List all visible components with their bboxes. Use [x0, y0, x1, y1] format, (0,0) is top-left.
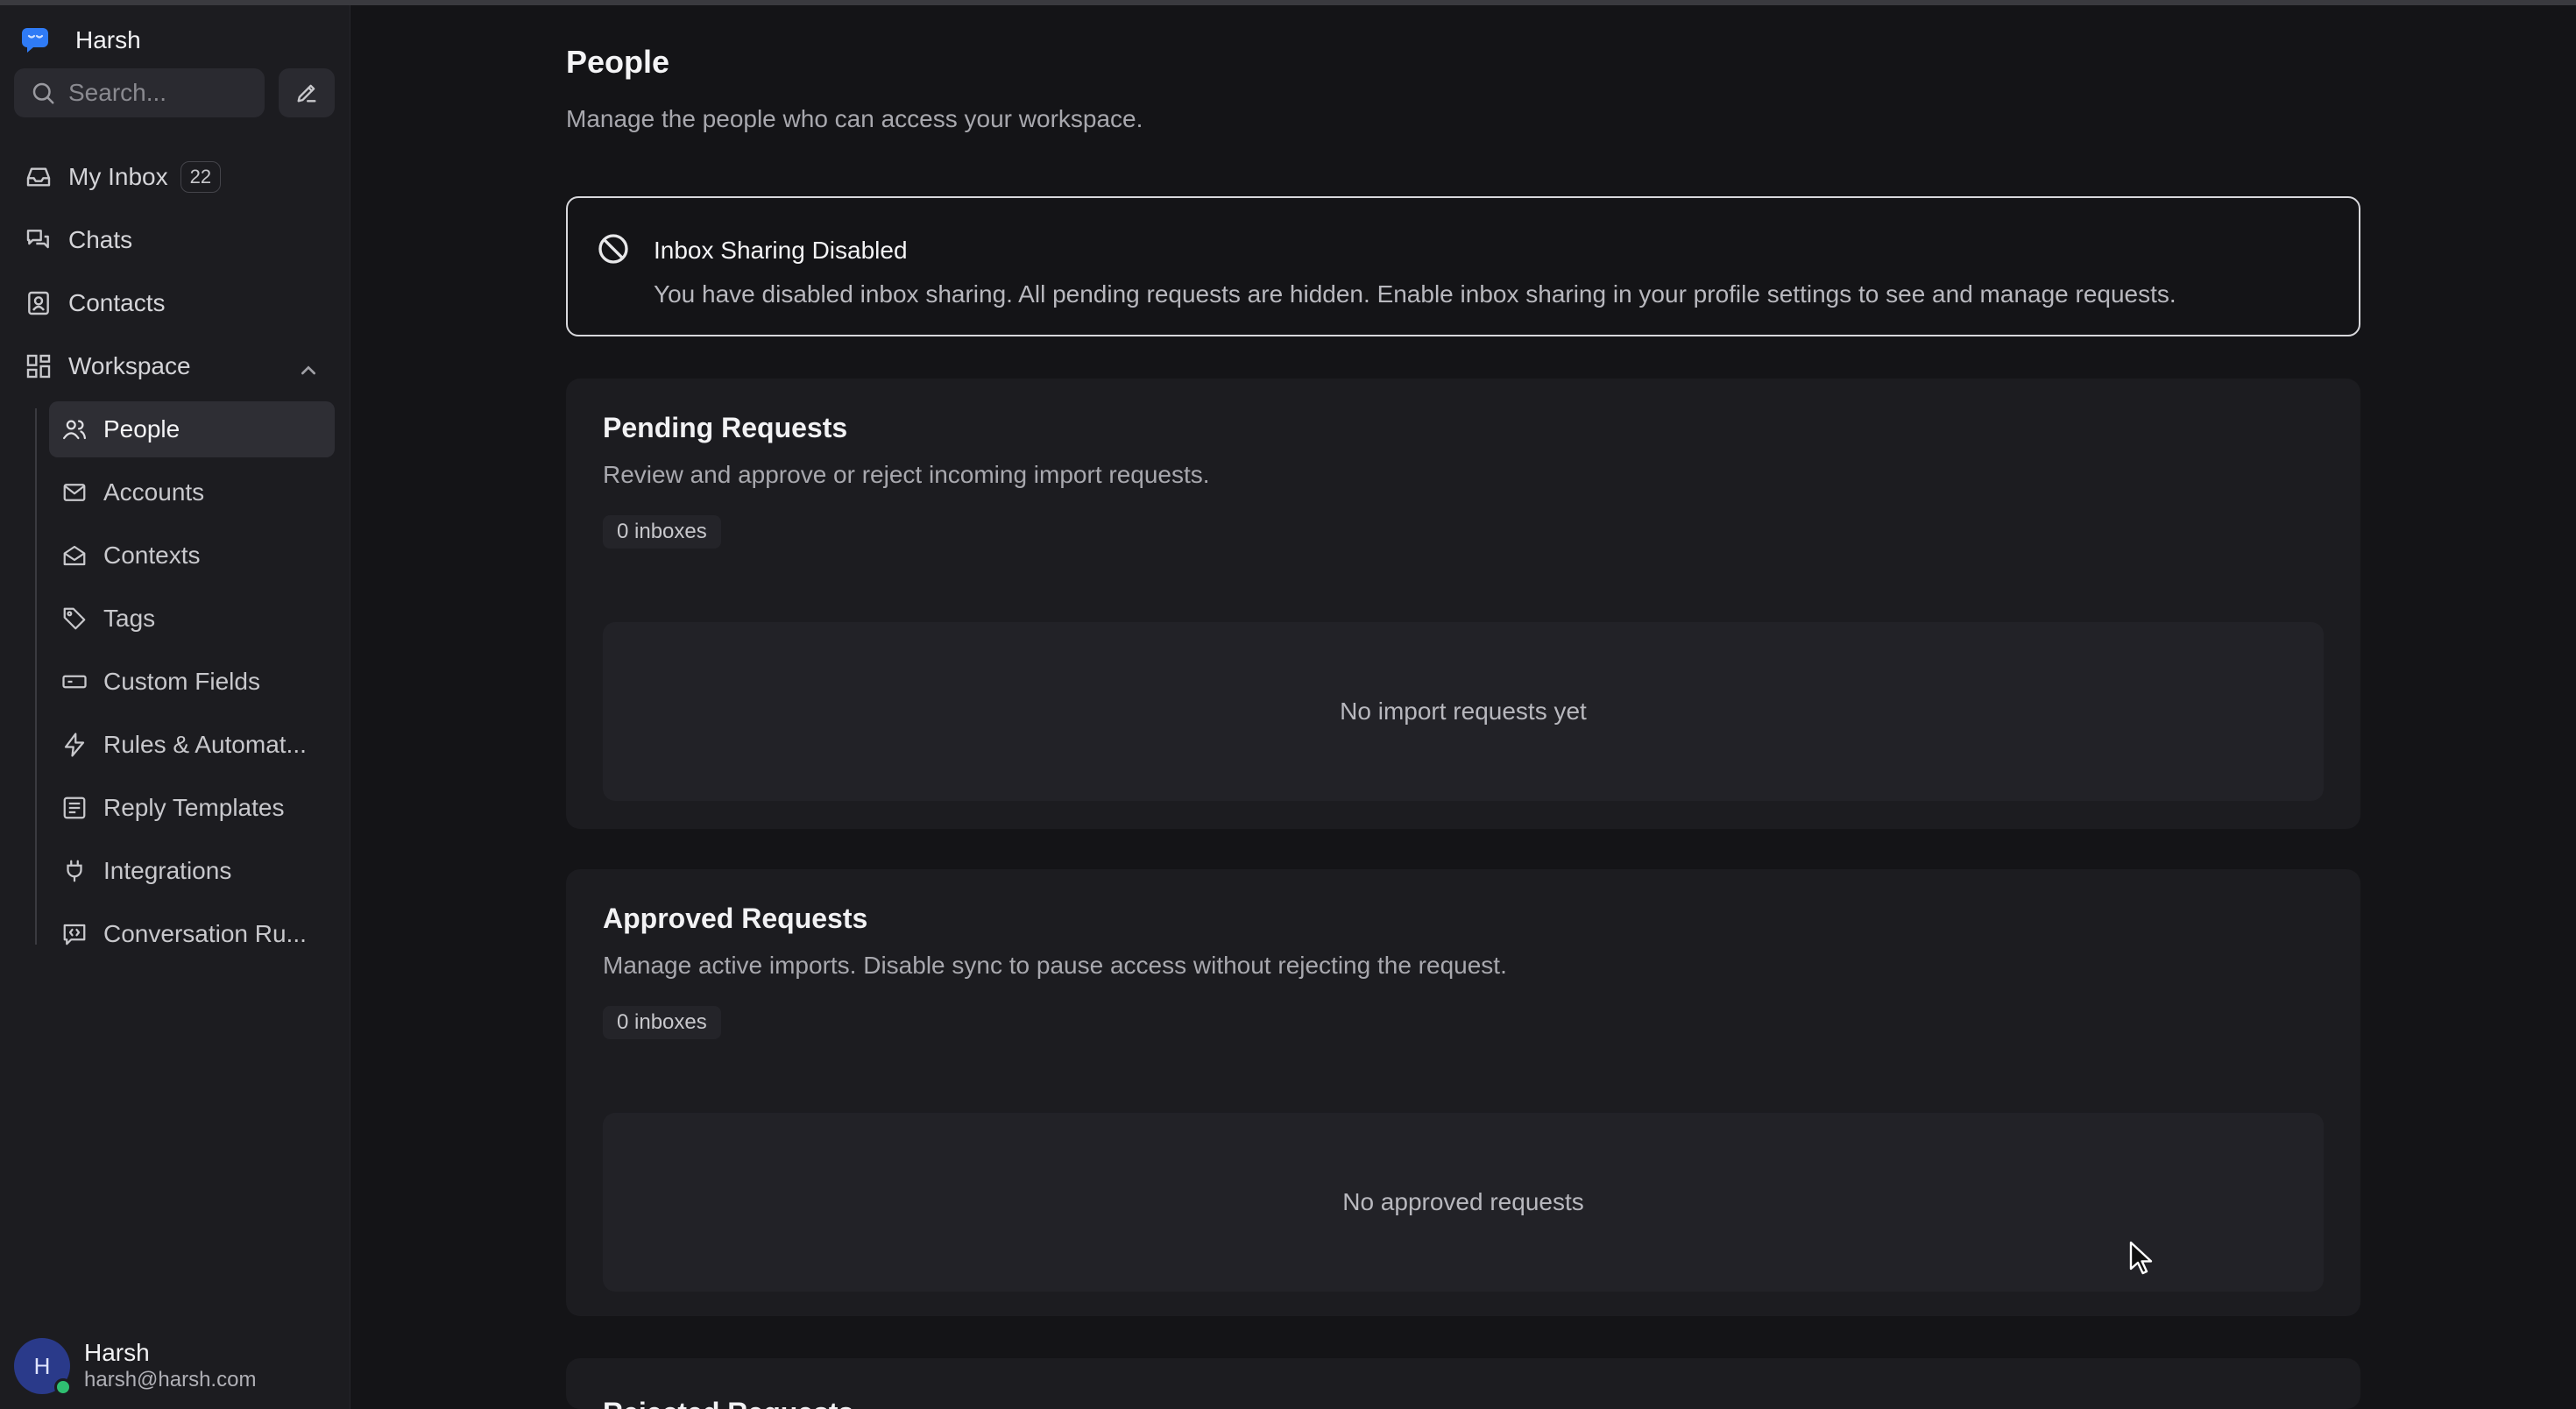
- pending-count-badge: 0 inboxes: [603, 515, 721, 549]
- approved-requests-title: Approved Requests: [603, 903, 868, 934]
- nav-label: Chats: [68, 226, 133, 253]
- sidebar-item-label: Accounts: [103, 478, 205, 506]
- nav-chats[interactable]: Chats: [14, 214, 335, 266]
- approved-requests-card: Approved Requests Manage active imports.…: [566, 869, 2360, 1316]
- user-email: harsh@harsh.com: [84, 1368, 257, 1391]
- search-icon: [32, 82, 54, 104]
- app-logo-icon: [22, 28, 48, 53]
- workspace-name: Harsh: [75, 26, 141, 53]
- pencil-icon: [297, 84, 316, 103]
- sidebar-item-label: People: [103, 415, 180, 443]
- chat-icon: [26, 230, 49, 249]
- alert-body: You have disabled inbox sharing. All pen…: [654, 280, 2176, 308]
- sidebar-item-custom-fields[interactable]: Custom Fields: [49, 654, 335, 710]
- plug-icon: [67, 860, 82, 882]
- user-info: Harsh harsh@harsh.com: [84, 1339, 256, 1393]
- code-chat-icon: [63, 924, 86, 945]
- user-profile[interactable]: H Harsh harsh@harsh.com: [14, 1334, 256, 1398]
- alert-title: Inbox Sharing Disabled: [654, 237, 908, 264]
- sidebar-item-rules-automations[interactable]: Rules & Automat...: [49, 717, 335, 773]
- rejected-requests-card: Rejected Requests: [566, 1358, 2360, 1409]
- inbox-sharing-alert: Inbox Sharing Disabled You have disabled…: [566, 196, 2360, 336]
- sidebar-item-tags[interactable]: Tags: [49, 591, 335, 647]
- nav-label: My Inbox: [68, 163, 168, 190]
- grid-icon: [26, 354, 51, 379]
- sidebar-item-integrations[interactable]: Integrations: [49, 843, 335, 899]
- sidebar-item-reply-templates[interactable]: Reply Templates: [49, 780, 335, 836]
- search-input[interactable]: [68, 79, 244, 107]
- submenu-rail: [35, 408, 37, 945]
- nav-my-inbox[interactable]: My Inbox 22: [14, 151, 335, 203]
- approved-count-badge: 0 inboxes: [603, 1006, 721, 1039]
- main-content: People Manage the people who can access …: [350, 5, 2576, 1409]
- page-title: People: [566, 44, 670, 80]
- nav-label: Contacts: [68, 289, 166, 316]
- approved-requests-subtitle: Manage active imports. Disable sync to p…: [603, 952, 1507, 979]
- pending-requests-title: Pending Requests: [603, 412, 848, 443]
- sidebar-item-label: Rules & Automat...: [103, 731, 307, 758]
- sidebar-item-label: Reply Templates: [103, 794, 285, 821]
- inbox-count-badge: 22: [180, 161, 222, 193]
- sidebar-item-label: Conversation Ru...: [103, 920, 307, 947]
- tag-icon: [63, 607, 86, 630]
- rejected-requests-title: Rejected Requests: [603, 1397, 853, 1409]
- search-box[interactable]: [14, 68, 265, 117]
- avatar-initial: H: [33, 1352, 51, 1379]
- users-icon: [63, 420, 86, 440]
- sidebar-item-accounts[interactable]: Accounts: [49, 464, 335, 520]
- app-window: Harsh My Inbox 22 Chats: [0, 0, 2576, 1409]
- pending-requests-card: Pending Requests Review and approve or r…: [566, 379, 2360, 829]
- brand[interactable]: Harsh: [21, 23, 141, 58]
- bolt-icon: [64, 733, 85, 757]
- sidebar-item-label: Contexts: [103, 542, 201, 569]
- pending-requests-subtitle: Review and approve or reject incoming im…: [603, 461, 1210, 488]
- mouse-cursor-icon: [2129, 1241, 2153, 1275]
- sidebar-item-people[interactable]: People: [49, 401, 335, 457]
- contacts-icon: [28, 291, 49, 315]
- compose-button[interactable]: [279, 68, 335, 117]
- avatar[interactable]: H: [14, 1338, 72, 1396]
- sidebar: Harsh My Inbox 22 Chats: [0, 5, 350, 1409]
- mail-icon: [63, 484, 86, 501]
- user-name: Harsh: [84, 1339, 150, 1366]
- template-icon: [63, 797, 86, 819]
- pending-empty-state: No import requests yet: [603, 622, 2324, 801]
- nav-workspace[interactable]: Workspace: [14, 340, 335, 393]
- approved-empty-state: No approved requests: [603, 1113, 2324, 1292]
- open-mail-icon: [63, 545, 86, 566]
- disabled-icon: [598, 234, 628, 264]
- sidebar-item-label: Custom Fields: [103, 668, 260, 695]
- field-icon: [62, 675, 87, 689]
- sidebar-item-contexts[interactable]: Contexts: [49, 527, 335, 584]
- inbox-icon: [26, 167, 51, 187]
- sidebar-item-label: Tags: [103, 605, 156, 632]
- online-status-dot: [54, 1378, 72, 1396]
- nav-label: Workspace: [68, 352, 191, 379]
- chevron-up-icon[interactable]: [294, 356, 322, 384]
- sidebar-item-label: Integrations: [103, 857, 232, 884]
- nav-contacts[interactable]: Contacts: [14, 277, 335, 329]
- page-subtitle: Manage the people who can access your wo…: [566, 105, 1143, 132]
- sidebar-item-conversation-rules[interactable]: Conversation Ru...: [49, 906, 335, 962]
